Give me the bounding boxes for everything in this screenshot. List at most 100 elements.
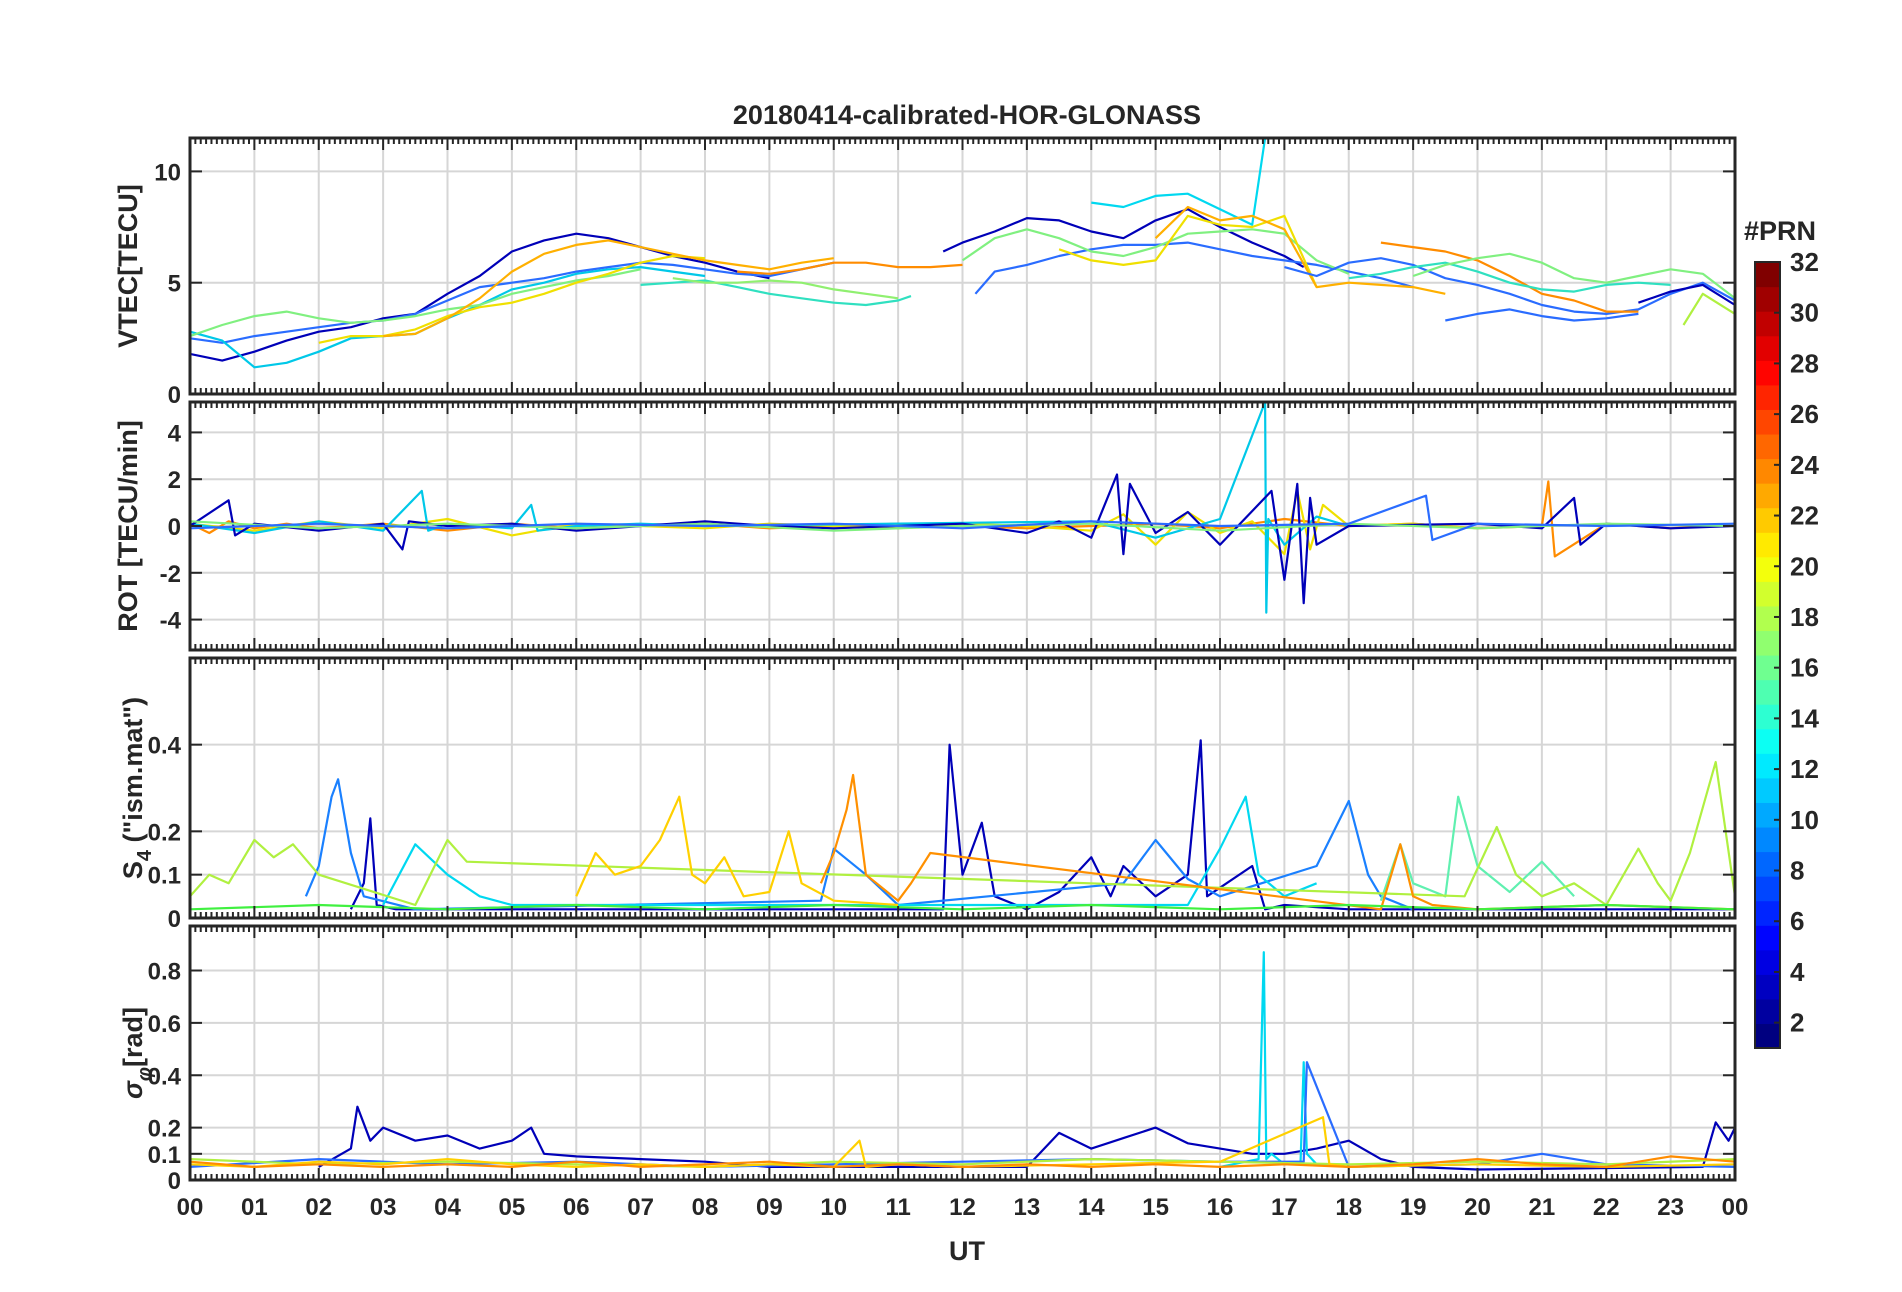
colorbar-tick-label: 14 [1790,703,1819,733]
colorbar-swatch [1755,851,1780,877]
colorbar-swatch [1755,876,1780,902]
x-tick-label: 16 [1207,1194,1234,1221]
colorbar-swatch [1755,802,1780,828]
colorbar-swatch [1755,507,1780,533]
y-tick-label: 0 [168,514,181,541]
x-tick-label: 22 [1593,1194,1620,1221]
figure: 20180414-calibrated-HOR-GLONASS 0510VTEC… [113,100,1819,1266]
colorbar-swatch [1755,335,1780,361]
colorbar-tick-label: 24 [1790,450,1819,480]
panel-rot: -4 -2 0 2 4 ROT [TECU/min] [113,400,1737,652]
y-tick-label: 0 [168,906,181,933]
y-axis-label-text: ("ism.mat") [118,697,148,850]
colorbar-swatch [1755,753,1780,779]
colorbar-swatch [1755,1023,1780,1049]
colorbar-tick-label: 12 [1790,754,1819,784]
y-tick-label: 10 [154,159,181,186]
x-axis: 00 01 02 03 04 05 06 07 08 09 10 11 12 13 14 15 16 17 18 19… [177,1194,1749,1221]
colorbar-tick-label: 18 [1790,602,1819,632]
x-tick-label: 17 [1271,1194,1298,1221]
colorbar-swatch [1755,704,1780,730]
panel-sigma_phi: 00.10.20.40.60.8σφ[rad] [118,924,1737,1195]
colorbar-swatch [1755,286,1780,312]
y-tick-label: 0.2 [148,819,181,846]
colorbar-swatch [1755,826,1780,853]
x-tick-label: 19 [1400,1194,1427,1221]
colorbar-tick-label: 16 [1790,653,1819,683]
x-tick-label: 00 [1722,1194,1749,1221]
colorbar-tick-label: 4 [1790,957,1805,987]
x-tick-label: 18 [1335,1194,1362,1221]
x-tick-label: 03 [370,1194,397,1221]
colorbar-swatch [1755,974,1780,1000]
colorbar-swatch [1755,728,1780,754]
x-tick-label: 11 [885,1194,910,1221]
y-axis-label-subscript: φ [134,1067,156,1081]
panel-s4: 0 0.1 0.2 0.4S4 ("ism.mat") [118,656,1737,933]
y-tick-label: -2 [160,561,181,588]
x-tick-label: 08 [692,1194,719,1221]
colorbar-tick-label: 30 [1790,298,1819,328]
colorbar-swatch [1755,483,1780,509]
y-tick-label: 0.1 [148,1142,181,1169]
colorbar-tick-label: 20 [1790,551,1819,581]
x-tick-label: 21 [1529,1194,1556,1221]
colorbar-swatch [1755,262,1780,288]
x-tick-label: 00 [177,1194,204,1221]
x-tick-label: 05 [499,1194,526,1221]
colorbar-swatch [1755,433,1780,460]
y-tick-label: 0 [168,1168,181,1195]
x-tick-label: 04 [434,1194,461,1221]
panels: 0510VTEC[TECU]-4-2024ROT [TECU/min]00.10… [113,136,1737,1195]
x-tick-label: 01 [241,1194,268,1221]
x-tick-label: 12 [949,1194,976,1221]
chart-title: 20180414-calibrated-HOR-GLONASS [733,100,1201,130]
y-tick-label: 4 [168,420,182,447]
colorbar-tick-label: 28 [1790,348,1819,378]
colorbar-swatch [1755,605,1780,632]
y-axis-label: ROT [TECU/min] [113,420,143,631]
y-tick-label: 5 [168,271,181,298]
colorbar-swatch [1755,458,1780,484]
y-tick-label: 0.1 [148,863,181,890]
colorbar-swatch [1755,777,1780,803]
y-tick-label: 0 [168,382,181,409]
colorbar-swatch [1755,925,1780,951]
colorbar-swatch [1755,998,1780,1025]
y-axis-label-symbol: σ [118,1080,148,1099]
y-tick-label: -4 [160,608,182,635]
colorbar-swatch [1755,679,1780,705]
x-tick-label: 23 [1657,1194,1684,1221]
colorbar-tick-label: 6 [1790,906,1804,936]
colorbar-tick-label: 2 [1790,1008,1804,1038]
colorbar-tick-label: 10 [1790,805,1819,835]
y-tick-label: 0.6 [148,1011,181,1038]
x-tick-label: 10 [820,1194,847,1221]
y-axis-label-symbol: S [118,861,148,879]
panel-vtec: 0 5 10 VTEC[TECU] [113,136,1737,409]
y-tick-label: 2 [168,467,181,494]
x-tick-label: 20 [1464,1194,1491,1221]
x-tick-label: 13 [1014,1194,1041,1221]
x-tick-label: 14 [1078,1194,1105,1221]
colorbar-swatch [1755,384,1780,410]
colorbar-swatch [1755,311,1780,337]
colorbar-tick-label: 32 [1790,247,1819,277]
y-tick-label: 0.2 [148,1116,181,1143]
colorbar-label: #PRN [1744,216,1816,246]
x-tick-label: 09 [756,1194,783,1221]
x-axis-label: UT [949,1236,985,1266]
x-tick-label: 02 [305,1194,332,1221]
y-axis-label: S4 ("ism.mat") [118,697,156,879]
colorbar-swatch [1755,556,1780,582]
y-tick-label: 0.4 [148,733,182,760]
colorbar-tick-label: 22 [1790,501,1819,531]
colorbar-swatch [1755,581,1780,607]
colorbar: 2468101214161820222426283032 [1754,247,1819,1049]
x-tick-label: 15 [1142,1194,1169,1221]
colorbar-tick-label: 8 [1790,856,1804,886]
colorbar-swatch [1755,630,1780,656]
x-tick-label: 06 [563,1194,590,1221]
x-tick-label: 07 [627,1194,654,1221]
colorbar-tick-label: 26 [1790,399,1819,429]
